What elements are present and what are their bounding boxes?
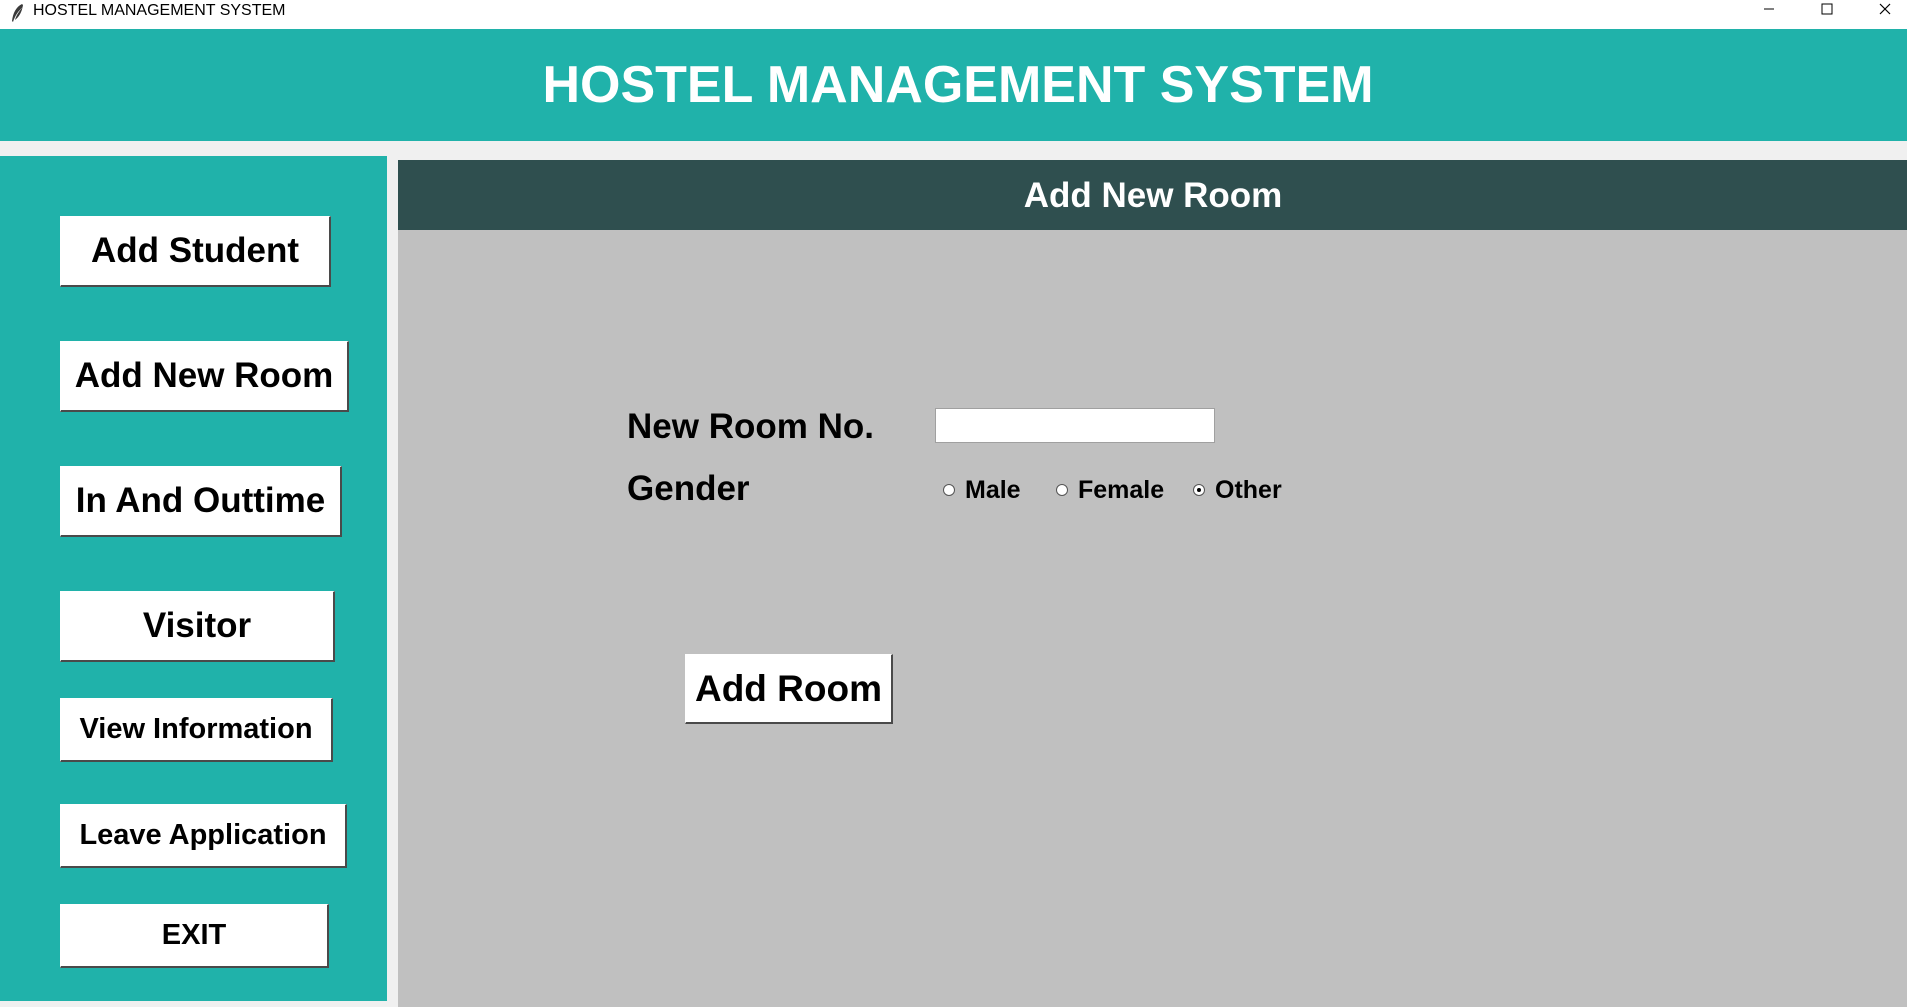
title-bar[interactable]: HOSTEL MANAGEMENT SYSTEM [0, 0, 1907, 29]
close-icon [1879, 2, 1891, 20]
exit-button[interactable]: EXIT [60, 904, 329, 968]
room-no-input[interactable] [935, 408, 1215, 443]
radio-button-icon[interactable] [1056, 484, 1068, 496]
radio-label: Female [1078, 476, 1165, 504]
minimize-icon [1763, 2, 1775, 20]
add-new-room-button[interactable]: Add New Room [60, 341, 349, 412]
leave-application-button[interactable]: Leave Application [60, 804, 347, 868]
maximize-icon [1821, 2, 1833, 20]
app-window: HOSTEL MANAGEMENT SYSTEM HOSTEL MANAGEME… [0, 0, 1907, 1007]
add-room-panel: Add New Room New Room No. Gender Male Fe… [398, 160, 1907, 1007]
panel-title: Add New Room [1023, 176, 1283, 215]
room-no-label: New Room No. [627, 407, 874, 446]
radio-label: Male [965, 476, 1021, 504]
gender-radio-other[interactable]: Other [1193, 476, 1282, 504]
visitor-button[interactable]: Visitor [60, 591, 335, 662]
in-and-outtime-button[interactable]: In And Outtime [60, 466, 342, 537]
panel-header: Add New Room [398, 160, 1907, 230]
radio-button-icon[interactable] [943, 484, 955, 496]
app-header-title: HOSTEL MANAGEMENT SYSTEM [542, 56, 1374, 114]
sidebar: Add Student Add New Room In And Outtime … [0, 156, 387, 1001]
gender-label: Gender [627, 469, 750, 508]
radio-label: Other [1215, 476, 1282, 504]
window-title: HOSTEL MANAGEMENT SYSTEM [33, 2, 286, 19]
add-room-button[interactable]: Add Room [685, 654, 893, 724]
feather-icon [10, 3, 26, 23]
radio-button-icon[interactable] [1193, 484, 1205, 496]
gender-radio-female[interactable]: Female [1056, 476, 1164, 504]
close-button[interactable] [1857, 0, 1907, 22]
gender-radio-male[interactable]: Male [943, 476, 1021, 504]
minimize-button[interactable] [1741, 0, 1797, 22]
add-student-button[interactable]: Add Student [60, 216, 331, 287]
maximize-button[interactable] [1799, 0, 1855, 22]
view-information-button[interactable]: View Information [60, 698, 333, 762]
